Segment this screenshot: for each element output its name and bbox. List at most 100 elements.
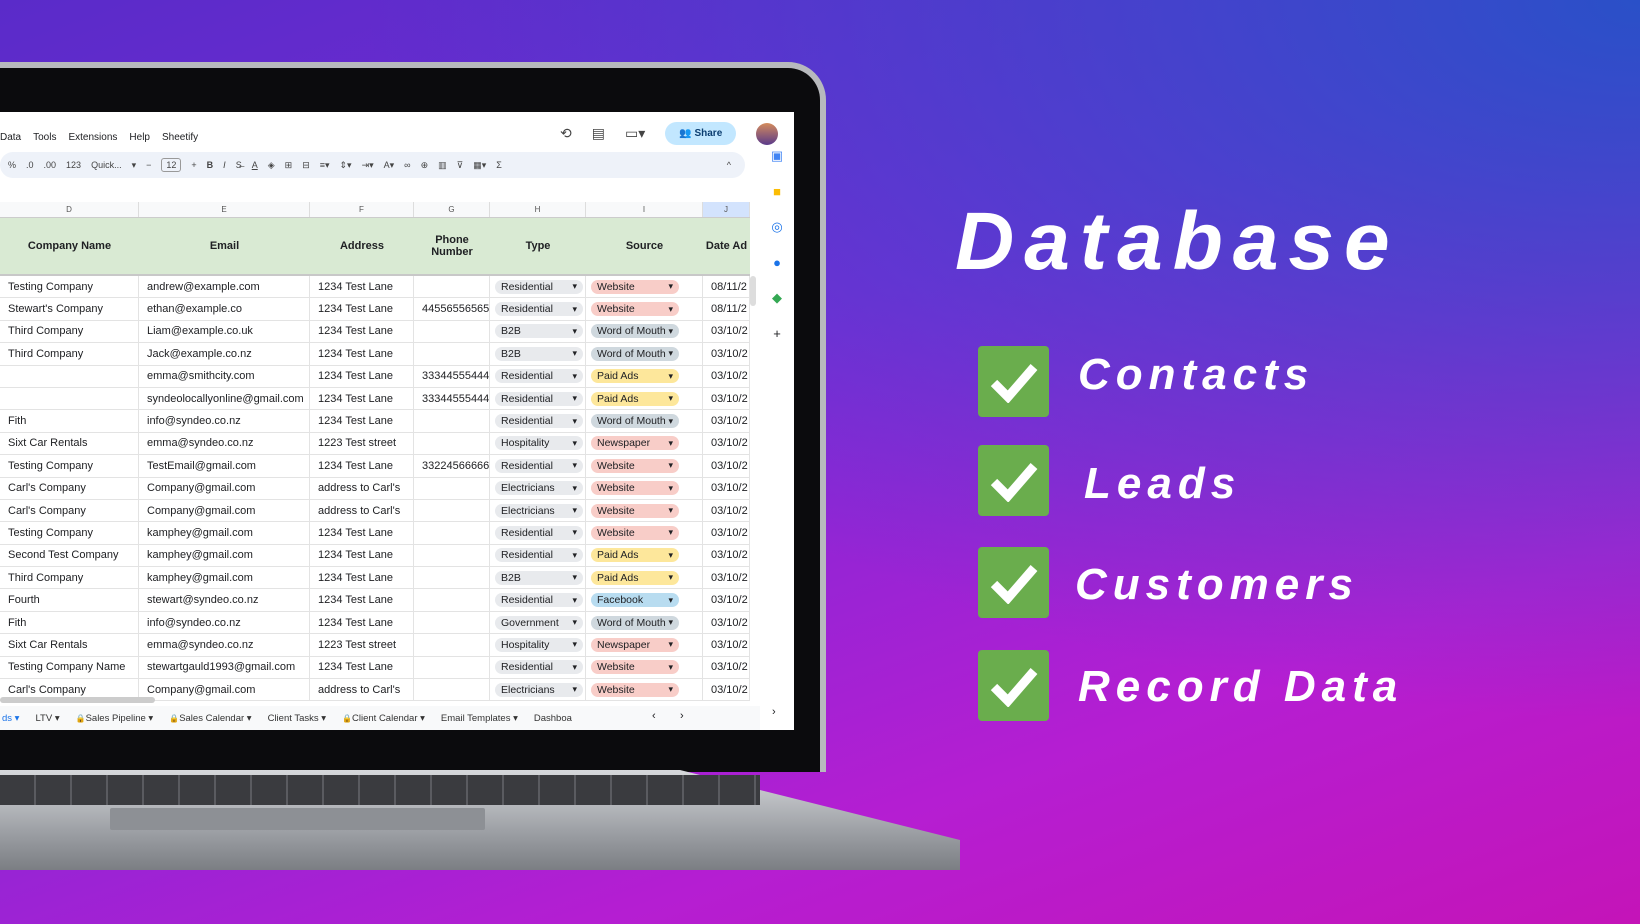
table-cell[interactable]: kamphey@gmail.com [139, 522, 310, 544]
table-cell[interactable]: address to Carl's [310, 679, 414, 701]
table-cell[interactable]: Sixt Car Rentals [0, 634, 139, 656]
filter-icon[interactable]: ⊽ [457, 160, 464, 171]
source-dropdown[interactable]: Website ▾ [591, 682, 679, 697]
table-cell[interactable]: 03/10/2 [703, 343, 750, 365]
calendar-icon[interactable]: ▣ [771, 148, 783, 164]
table-cell[interactable]: 03/10/2 [703, 656, 750, 679]
table-cell[interactable]: Company@gmail.com [139, 679, 310, 701]
table-cell[interactable]: Carl's Company [0, 477, 139, 499]
comments-icon[interactable]: ▤ [592, 125, 605, 142]
collapse-icon[interactable]: ^ [727, 160, 731, 170]
table-cell[interactable]: info@syndeo.co.nz [139, 611, 310, 634]
table-cell[interactable]: address to Carl's [310, 499, 414, 522]
font-size-input[interactable]: 12 [161, 158, 182, 172]
table-cell[interactable]: Hospitality ▾ [490, 432, 586, 455]
type-dropdown[interactable]: B2B ▾ [495, 570, 583, 585]
table-cell[interactable] [414, 522, 490, 544]
source-dropdown[interactable]: Website ▾ [591, 660, 679, 675]
table-cell[interactable] [414, 320, 490, 343]
table-cell[interactable]: Residential ▾ [490, 589, 586, 611]
table-cell[interactable]: 03/10/2 [703, 634, 750, 656]
table-cell[interactable] [414, 567, 490, 589]
table-cell[interactable]: 03/10/2 [703, 522, 750, 544]
table-cell[interactable]: 33344555444 [414, 365, 490, 387]
table-cell[interactable]: 1234 Test Lane [310, 343, 414, 365]
chart-icon[interactable]: ▥ [438, 160, 447, 171]
table-cell[interactable]: 1234 Test Lane [310, 656, 414, 679]
table-cell[interactable]: Word of Mouth ▾ [586, 320, 703, 343]
table-cell[interactable] [414, 276, 490, 298]
table-cell[interactable]: Word of Mouth ▾ [586, 410, 703, 432]
vertical-scrollbar[interactable] [750, 276, 756, 306]
source-dropdown[interactable]: Facebook ▾ [591, 593, 679, 608]
font-select[interactable]: Quick... [91, 160, 122, 170]
table-cell[interactable]: address to Carl's [310, 477, 414, 499]
italic-button[interactable]: I [223, 160, 226, 170]
table-cell[interactable] [414, 679, 490, 701]
table-cell[interactable] [414, 611, 490, 634]
type-dropdown[interactable]: Residential ▾ [495, 660, 583, 675]
source-dropdown[interactable]: Website ▾ [591, 302, 679, 317]
table-cell[interactable]: Paid Ads ▾ [586, 567, 703, 589]
table-cell[interactable]: Residential ▾ [490, 656, 586, 679]
table-cell[interactable]: 1223 Test street [310, 634, 414, 656]
type-dropdown[interactable]: Residential ▾ [495, 279, 583, 294]
table-cell[interactable]: Fith [0, 611, 139, 634]
column-header-g[interactable]: G [414, 202, 490, 217]
source-dropdown[interactable]: Word of Mouth ▾ [591, 615, 679, 630]
table-cell[interactable]: 1234 Test Lane [310, 522, 414, 544]
source-dropdown[interactable]: Website ▾ [591, 503, 679, 518]
table-cell[interactable]: Carl's Company [0, 499, 139, 522]
source-dropdown[interactable]: Word of Mouth ▾ [591, 324, 679, 339]
align-icon[interactable]: ≡▾ [320, 160, 330, 171]
table-cell[interactable]: Newspaper ▾ [586, 634, 703, 656]
table-cell[interactable]: Jack@example.co.nz [139, 343, 310, 365]
sheet-tab[interactable]: Dashboa [534, 713, 572, 724]
side-panel-toggle-icon[interactable]: › [772, 706, 776, 718]
font-size-increase[interactable]: + [191, 160, 196, 170]
type-dropdown[interactable]: B2B ▾ [495, 324, 583, 339]
text-color-icon[interactable]: A [252, 160, 258, 170]
sheet-tab[interactable]: 🔒Sales Calendar ▾ [169, 713, 251, 724]
table-cell[interactable]: Residential ▾ [490, 298, 586, 320]
table-cell[interactable]: Testing Company [0, 522, 139, 544]
increase-decimal-button[interactable]: .00 [44, 160, 57, 170]
tasks-icon[interactable]: ◎ [771, 219, 782, 235]
table-cell[interactable]: 1223 Test street [310, 432, 414, 455]
column-header-i[interactable]: I [586, 202, 703, 217]
table-cell[interactable]: Residential ▾ [490, 365, 586, 387]
table-cell[interactable]: stewart@syndeo.co.nz [139, 589, 310, 611]
table-cell[interactable] [414, 410, 490, 432]
table-cell[interactable]: 1234 Test Lane [310, 611, 414, 634]
table-cell[interactable]: Testing Company Name [0, 656, 139, 679]
table-cell[interactable]: 1234 Test Lane [310, 567, 414, 589]
table-cell[interactable]: Government ▾ [490, 611, 586, 634]
table-cell[interactable]: info@syndeo.co.nz [139, 410, 310, 432]
wrap-icon[interactable]: ⇥▾ [362, 160, 374, 171]
source-dropdown[interactable]: Website ▾ [591, 458, 679, 473]
menu-data[interactable]: Data [0, 132, 21, 143]
table-cell[interactable]: Stewart's Company [0, 298, 139, 320]
table-cell[interactable]: Electricians ▾ [490, 679, 586, 701]
type-dropdown[interactable]: Residential ▾ [495, 458, 583, 473]
table-cell[interactable]: Testing Company [0, 276, 139, 298]
table-cell[interactable]: 1234 Test Lane [310, 276, 414, 298]
history-icon[interactable]: ⟲ [560, 125, 572, 142]
source-dropdown[interactable]: Word of Mouth ▾ [591, 414, 679, 429]
table-cell[interactable]: Company@gmail.com [139, 477, 310, 499]
type-dropdown[interactable]: Residential ▾ [495, 593, 583, 608]
table-cell[interactable]: Fith [0, 410, 139, 432]
table-cell[interactable]: 03/10/2 [703, 387, 750, 410]
table-cell[interactable]: 44556556565 [414, 298, 490, 320]
type-dropdown[interactable]: B2B ▾ [495, 346, 583, 361]
table-cell[interactable]: 03/10/2 [703, 410, 750, 432]
table-cell[interactable]: stewartgauld1993@gmail.com [139, 656, 310, 679]
table-cell[interactable]: Residential ▾ [490, 544, 586, 567]
table-cell[interactable]: Word of Mouth ▾ [586, 343, 703, 365]
type-dropdown[interactable]: Residential ▾ [495, 391, 583, 406]
menu-tools[interactable]: Tools [33, 132, 56, 143]
source-dropdown[interactable]: Paid Ads ▾ [591, 391, 679, 406]
table-cell[interactable]: 03/10/2 [703, 499, 750, 522]
type-dropdown[interactable]: Government ▾ [495, 615, 583, 630]
table-cell[interactable]: Electricians ▾ [490, 499, 586, 522]
